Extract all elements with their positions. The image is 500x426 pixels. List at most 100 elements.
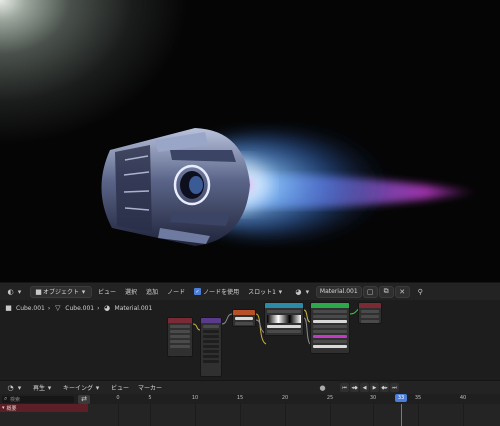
timeline-ruler-row: ⌕ 検索 ⇄	[0, 394, 500, 404]
chevron-down-icon: ▾	[305, 287, 310, 296]
menu-keying-label: キーイング	[63, 385, 94, 392]
chevron-down-icon: ▾	[47, 383, 52, 392]
use-nodes-label: ノードを使用	[203, 289, 240, 296]
timeline-grid-line	[285, 404, 286, 426]
frame-tick-15: 15	[236, 395, 244, 401]
frame-tick-40: 40	[459, 395, 467, 401]
timeline-body[interactable]: ▾ 概要	[0, 404, 500, 426]
material-sphere-icon: ◕	[295, 287, 302, 296]
menu-add-label: 追加	[146, 289, 159, 296]
breadcrumb-object: Cube.001	[16, 304, 45, 312]
record-button[interactable]: ●	[315, 382, 330, 394]
breadcrumb: ■ Cube.001 › ▽ Cube.001 › ◕ Material.001	[0, 300, 155, 316]
filter-toggle-icon[interactable]: ⇄	[78, 394, 90, 404]
timeline-grid-line	[373, 404, 374, 426]
material-sphere-icon: ◕	[103, 304, 111, 312]
timeline-grid-line	[195, 404, 196, 426]
color-ramp-node[interactable]	[264, 302, 304, 336]
shield-icon: ▢	[366, 287, 374, 296]
material-browse-button[interactable]: ◕ ▾	[291, 286, 315, 298]
frame-tick-5: 5	[148, 395, 152, 401]
node-editor-icon: ◐	[7, 287, 14, 296]
frame-tick-35: 35	[414, 395, 422, 401]
jump-start-button[interactable]: ⏮	[340, 383, 350, 392]
record-icon: ●	[319, 383, 326, 392]
node-editor-header: ◐ ▾ ■ オブジェクト ▾ ビュー 選択 追加 ノード ✓ ノードを使用 スロ…	[0, 282, 500, 300]
menu-node-label: ノード	[167, 289, 186, 296]
menu-add[interactable]: 追加	[143, 286, 161, 298]
material-name-label: Material.001	[319, 288, 358, 295]
object-mode-dropdown[interactable]: ■ オブジェクト ▾	[30, 285, 93, 298]
menu-node[interactable]: ノード	[164, 286, 188, 298]
chevron-right-icon: ›	[47, 304, 51, 312]
menu-view[interactable]: ビュー	[95, 286, 119, 298]
jump-end-button[interactable]: ⏭	[390, 383, 400, 392]
menu-timeline-view-label: ビュー	[111, 385, 130, 392]
menu-playback-label: 再生	[33, 385, 46, 392]
summary-channel[interactable]: ▾ 概要	[0, 404, 88, 412]
play-reverse-button[interactable]: ◀	[360, 383, 370, 392]
timeline-grid-line	[240, 404, 241, 426]
copy-icon: ⧉	[383, 287, 389, 295]
chevron-down-icon: ▾	[17, 383, 22, 392]
object-icon: ■	[5, 304, 12, 312]
use-nodes-checkbox[interactable]: ✓ ノードを使用	[191, 286, 242, 298]
prev-keyframe-button[interactable]: ◂◆	[350, 383, 360, 392]
object-mode-label: オブジェクト	[43, 289, 80, 296]
search-icon: ⌕	[4, 394, 8, 402]
timeline-grid-line	[330, 404, 331, 426]
menu-select[interactable]: 選択	[122, 286, 140, 298]
summary-label: 概要	[6, 405, 17, 412]
editor-type-button[interactable]: ◐ ▾	[3, 286, 27, 298]
playback-controls: ⏮ ◂◆ ◀ ▶ ◆▸ ⏭	[336, 382, 402, 394]
menu-playback[interactable]: 再生 ▾	[30, 382, 57, 394]
frame-tick-25: 25	[326, 395, 334, 401]
gradient-texture-node[interactable]	[232, 309, 256, 327]
timeline-search-input[interactable]: ⌕ 検索	[2, 394, 74, 403]
menu-timeline-view[interactable]: ビュー	[108, 382, 132, 394]
timeline-editor-type-button[interactable]: ◔ ▾	[3, 382, 27, 394]
breadcrumb-material: Material.001	[114, 304, 153, 312]
chevron-right-icon: ›	[97, 304, 100, 312]
close-icon: ✕	[399, 287, 406, 296]
slot-dropdown[interactable]: スロット1 ▾	[245, 286, 288, 298]
checkmark-icon: ✓	[194, 288, 202, 295]
frame-tick-0: 0	[116, 395, 120, 401]
play-button[interactable]: ▶	[370, 383, 380, 392]
3d-viewport-render[interactable]	[0, 0, 500, 282]
material-output-node[interactable]	[358, 302, 382, 324]
breadcrumb-mesh: Cube.001	[65, 304, 95, 312]
texture-coordinate-node[interactable]	[167, 317, 193, 357]
menu-select-label: 選択	[125, 289, 138, 296]
menu-keying[interactable]: キーイング ▾	[60, 382, 105, 394]
slot-label: スロット1	[248, 289, 276, 296]
chevron-down-icon: ▾	[17, 287, 22, 296]
jet-engine-render	[101, 128, 480, 246]
principled-bsdf-node[interactable]	[310, 302, 350, 354]
mesh-icon: ▽	[55, 304, 61, 312]
chevron-down-icon: ▾	[95, 383, 100, 392]
menu-view-label: ビュー	[98, 289, 117, 296]
next-keyframe-button[interactable]: ◆▸	[380, 383, 390, 392]
unlink-material-button[interactable]: ✕	[394, 285, 410, 298]
current-frame-indicator[interactable]: 33	[395, 394, 407, 402]
pin-button[interactable]: ⚲	[413, 286, 428, 298]
menu-marker[interactable]: マーカー	[135, 382, 165, 394]
pin-icon: ⚲	[417, 287, 423, 296]
menu-marker-label: マーカー	[138, 385, 163, 392]
frame-tick-10: 10	[191, 395, 199, 401]
fake-user-button[interactable]: ▢	[362, 285, 378, 298]
playhead-line	[401, 404, 402, 426]
timeline-grid-line	[463, 404, 464, 426]
mapping-node[interactable]	[200, 317, 222, 377]
timeline-header: ◔ ▾ 再生 ▾ キーイング ▾ ビュー マーカー ● ⏮ ◂◆ ◀ ▶ ◆▸ …	[0, 380, 500, 394]
material-name-field[interactable]: Material.001	[315, 285, 362, 298]
timeline-grid-line	[150, 404, 151, 426]
chevron-down-icon: ▾	[81, 287, 86, 296]
frame-tick-30: 30	[369, 395, 377, 401]
engine-body	[101, 128, 250, 246]
clock-icon: ◔	[7, 383, 14, 392]
duplicate-material-button[interactable]: ⧉	[378, 285, 394, 298]
chevron-down-icon: ▾	[278, 287, 283, 296]
object-icon: ■	[35, 287, 42, 296]
